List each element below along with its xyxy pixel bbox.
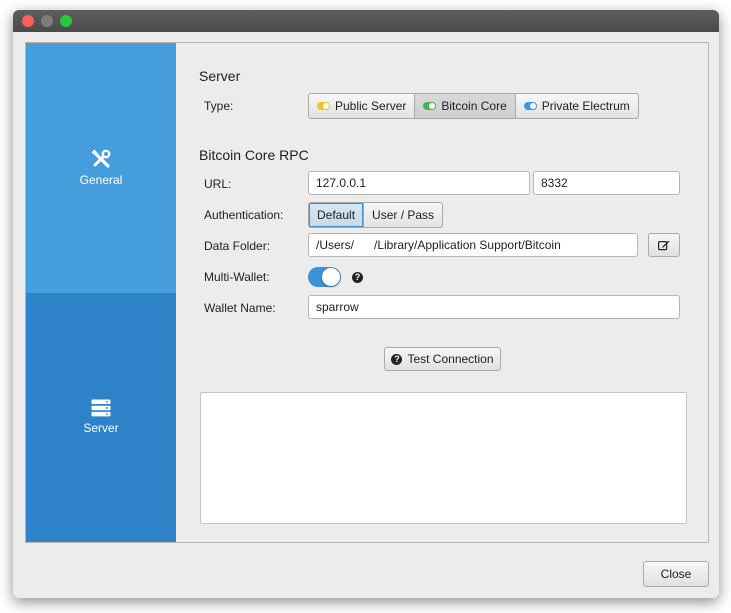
type-label: Type: [204, 99, 234, 113]
test-connection-button[interactable]: ? Test Connection [384, 347, 501, 371]
host-input[interactable] [308, 171, 530, 195]
sidebar-item-server[interactable]: Server [26, 293, 176, 542]
server-type-label: Private Electrum [541, 99, 630, 113]
sidebar-item-label: Server [83, 421, 119, 435]
test-output-area[interactable] [200, 392, 687, 524]
server-type-bitcoin-core[interactable]: Bitcoin Core [415, 94, 516, 118]
multi-wallet-toggle[interactable] [308, 267, 341, 287]
server-type-selector: Public Server Bitcoin Core Private Elect… [308, 93, 639, 119]
close-button[interactable]: Close [643, 561, 709, 587]
url-label: URL: [204, 177, 232, 191]
content-frame: General Server Server Type: Public Serve… [25, 42, 709, 543]
authentication-selector: Default User / Pass [308, 202, 444, 228]
sidebar-item-general[interactable]: General [26, 43, 176, 293]
multi-wallet-label: Multi-Wallet: [204, 270, 270, 284]
close-window-button[interactable] [22, 15, 34, 27]
help-icon[interactable]: ? [352, 272, 363, 283]
port-input[interactable] [533, 171, 680, 195]
data-folder-label: Data Folder: [204, 239, 271, 253]
rpc-section-title: Bitcoin Core RPC [199, 147, 309, 163]
minimize-window-button[interactable] [41, 15, 53, 27]
authentication-label: Authentication: [204, 208, 284, 222]
server-section-title: Server [199, 68, 241, 84]
server-type-label: Public Server [335, 99, 407, 113]
preferences-window: General Server Server Type: Public Serve… [13, 10, 719, 598]
edit-folder-button[interactable] [648, 233, 680, 257]
toggle-icon [523, 102, 537, 110]
question-circle-icon: ? [391, 353, 403, 365]
server-type-label: Bitcoin Core [441, 99, 507, 113]
toggle-icon [317, 102, 330, 110]
server-icon [91, 399, 111, 417]
server-type-private-electrum[interactable]: Private Electrum [516, 94, 638, 118]
auth-default-button[interactable]: Default [309, 203, 365, 227]
tools-icon [91, 149, 111, 168]
toggle-icon [423, 102, 437, 110]
wallet-name-input[interactable] [308, 295, 680, 319]
server-type-public[interactable]: Public Server [309, 94, 416, 118]
server-settings-panel: Server Type: Public Server Bitcoin Core … [176, 43, 708, 542]
wallet-name-label: Wallet Name: [204, 301, 276, 315]
test-connection-label: Test Connection [407, 352, 494, 366]
auth-user-pass-button[interactable]: User / Pass [364, 203, 442, 227]
toggle-knob [322, 268, 340, 286]
edit-icon [658, 240, 670, 250]
sidebar: General Server [26, 43, 176, 542]
data-folder-input[interactable] [308, 233, 638, 257]
title-bar [13, 10, 719, 32]
sidebar-item-label: General [79, 173, 123, 187]
zoom-window-button[interactable] [60, 15, 72, 27]
